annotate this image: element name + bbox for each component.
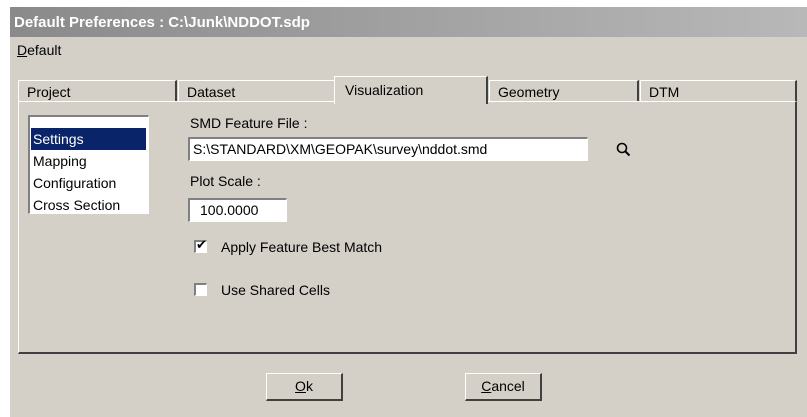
cancel-button[interactable]: Cancel	[465, 373, 542, 401]
plot-scale-input[interactable]: 100.0000	[188, 198, 287, 222]
list-item-settings[interactable]: Settings	[31, 128, 146, 150]
title-bar[interactable]: Default Preferences : C:\Junk\NDDOT.sdp	[10, 7, 807, 37]
checkmark-icon: ✔	[196, 237, 207, 252]
menu-default-label: efault	[27, 42, 62, 58]
list-item-mapping[interactable]: Mapping	[31, 150, 146, 172]
use-shared-cells-checkbox[interactable]	[194, 283, 207, 296]
plot-scale-label: Plot Scale :	[190, 173, 261, 189]
cancel-mnemonic: C	[481, 378, 492, 394]
tab-visualization[interactable]: Visualization	[334, 76, 488, 104]
magnifier-icon[interactable]	[614, 140, 634, 160]
menu-bar: Default	[10, 37, 807, 63]
use-shared-cells-label[interactable]: Use Shared Cells	[221, 282, 330, 298]
smd-feature-file-input[interactable]: S:\STANDARD\XM\GEOPAK\survey\nddot.smd	[188, 137, 588, 161]
tab-project-label: Project	[27, 84, 71, 100]
cancel-label: ancel	[491, 378, 525, 394]
tab-visualization-label: Visualization	[345, 82, 424, 98]
apply-feature-best-match-checkbox[interactable]: ✔	[194, 237, 207, 253]
apply-feature-best-match-label[interactable]: Apply Feature Best Match	[221, 239, 382, 255]
ok-label: k	[305, 378, 313, 394]
tab-dataset[interactable]: Dataset	[178, 80, 336, 102]
window-title: Default Preferences : C:\Junk\NDDOT.sdp	[14, 14, 310, 31]
ok-button[interactable]: Ok	[266, 373, 343, 401]
smd-feature-file-label: SMD Feature File :	[190, 115, 308, 131]
tab-dataset-label: Dataset	[187, 84, 236, 100]
tab-dtm[interactable]: DTM	[640, 80, 797, 102]
list-item-configuration[interactable]: Configuration	[31, 172, 146, 194]
menu-default-mnemonic: D	[17, 42, 28, 58]
menu-default[interactable]: Default	[17, 42, 61, 58]
ok-mnemonic: O	[295, 378, 306, 394]
list-item-cross-section[interactable]: Cross Section	[31, 194, 146, 216]
category-list[interactable]: Settings Mapping Configuration Cross Sec…	[28, 115, 149, 214]
tab-geometry-label: Geometry	[498, 84, 560, 100]
tab-project[interactable]: Project	[18, 80, 177, 102]
tab-dtm-label: DTM	[649, 84, 680, 100]
tab-geometry[interactable]: Geometry	[489, 80, 639, 102]
